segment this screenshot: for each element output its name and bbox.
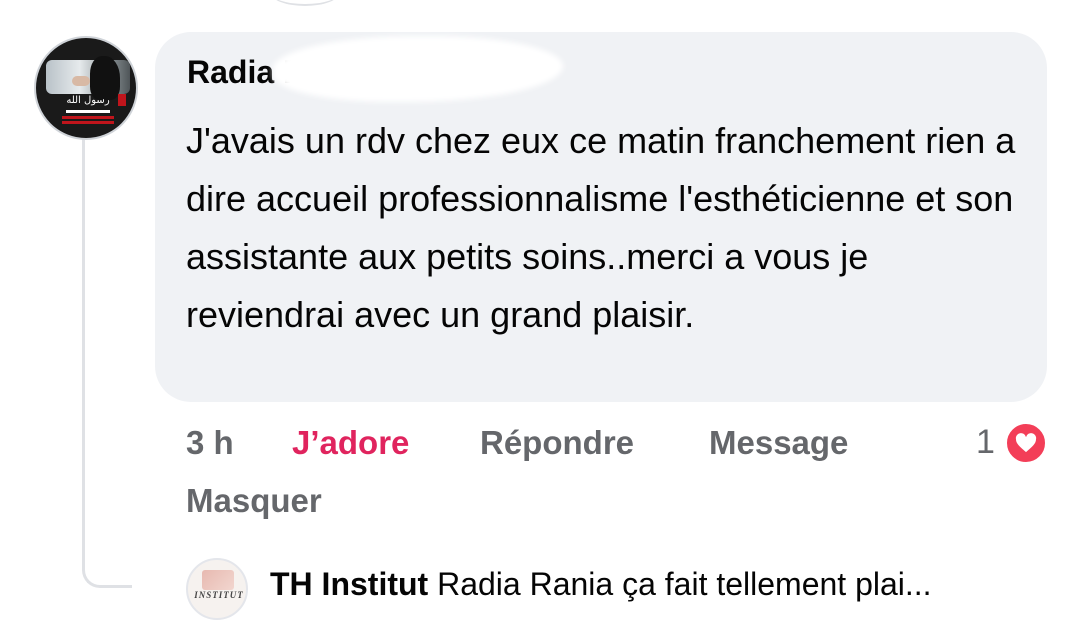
reaction-count[interactable]: 1 [976,423,995,462]
reply-preview[interactable]: TH Institut Radia Rania ça fait tellemen… [270,566,932,603]
message-button[interactable]: Message [709,424,848,462]
redaction-mark [273,36,563,102]
avatar-bar [66,110,110,113]
previous-item-edge [270,0,340,6]
comment-bubble: Radia R.. J'avais un rdv chez eux ce mat… [155,32,1047,402]
reply-button[interactable]: Répondre [480,424,634,462]
comment-text: J'avais un rdv chez eux ce matin franche… [186,120,1016,335]
heart-glyph [1015,433,1037,453]
thread-connector-line [82,138,132,588]
institut-logo-text: INSTITUT [194,590,244,600]
reply-author-avatar[interactable]: INSTITUT [186,558,248,620]
avatar-hand [72,76,90,86]
reply-snippet: Radia Rania ça fait tellement plai... [437,566,932,602]
heart-icon[interactable] [1004,421,1048,465]
avatar-figure [90,56,120,100]
comment-timestamp[interactable]: 3 h [186,424,234,462]
avatar-script-text: رسول الله [66,95,110,106]
hide-button[interactable]: Masquer [186,482,322,520]
avatar-caption [62,116,114,119]
institut-logo-mark [202,570,234,590]
reaction-button[interactable]: J’adore [292,424,409,462]
reply-author[interactable]: TH Institut [270,566,428,602]
commenter-avatar[interactable]: رسول الله [34,36,138,140]
